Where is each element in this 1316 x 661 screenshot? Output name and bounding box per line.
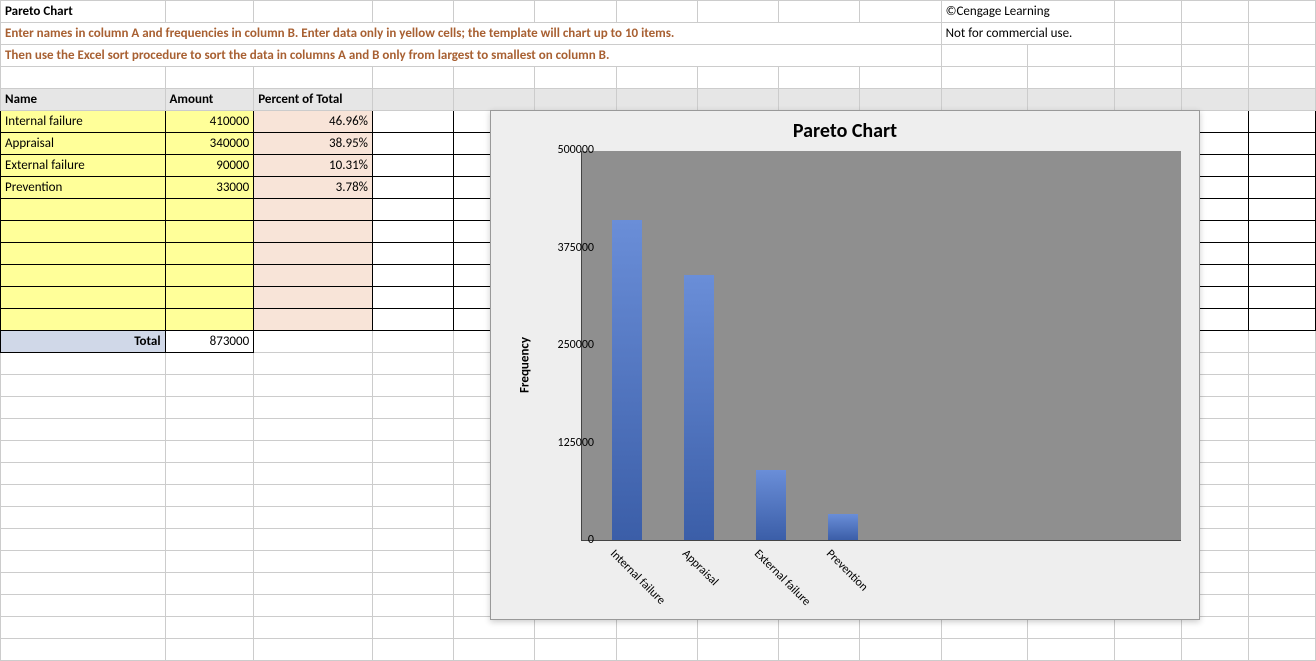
cell-name[interactable] <box>1 309 166 331</box>
cell-name[interactable]: Prevention <box>1 177 166 199</box>
cell-pct: 46.96% <box>254 111 373 133</box>
chart-ytick: 125000 <box>534 436 594 450</box>
cell-amount[interactable]: 33000 <box>165 177 254 199</box>
cell-name[interactable]: External failure <box>1 155 166 177</box>
chart-plot-area <box>581 151 1181 541</box>
chart-xlabel: Prevention <box>823 547 870 594</box>
chart-bar <box>684 275 714 540</box>
chart-ytick: 250000 <box>534 338 594 352</box>
total-label: Total <box>1 331 166 353</box>
instruction-2: Then use the Excel sort procedure to sor… <box>1 45 942 67</box>
cell-amount[interactable] <box>165 309 254 331</box>
chart-ytick: 500000 <box>534 143 594 157</box>
cell-amount[interactable] <box>165 199 254 221</box>
chart-xlabel: External failure <box>751 547 813 609</box>
chart-bar <box>828 514 858 540</box>
cell-amount[interactable] <box>165 221 254 243</box>
cell-pct <box>254 243 373 265</box>
chart-ytick: 375000 <box>534 241 594 255</box>
cell-pct <box>254 221 373 243</box>
cell-pct <box>254 287 373 309</box>
cell-amount[interactable]: 410000 <box>165 111 254 133</box>
chart-bar <box>612 220 642 540</box>
chart-title: Pareto Chart <box>491 119 1199 143</box>
cell-name[interactable] <box>1 265 166 287</box>
col-header-amount: Amount <box>165 89 254 111</box>
total-amount: 873000 <box>165 331 254 353</box>
cell-name[interactable]: Appraisal <box>1 133 166 155</box>
cell-pct <box>254 265 373 287</box>
chart-ylabel: Frequency <box>518 337 533 393</box>
cell-pct <box>254 309 373 331</box>
cell-amount[interactable]: 340000 <box>165 133 254 155</box>
copyright-text: ©Cengage Learning <box>941 1 1114 23</box>
page-title: Pareto Chart <box>1 1 166 23</box>
cell-name[interactable] <box>1 221 166 243</box>
col-header-pct: Percent of Total <box>254 89 373 111</box>
cell-name[interactable] <box>1 243 166 265</box>
chart-xlabel: Internal failure <box>607 547 668 608</box>
cell-name[interactable]: Internal failure <box>1 111 166 133</box>
instruction-1: Enter names in column A and frequencies … <box>1 23 942 45</box>
pareto-chart[interactable]: Pareto Chart Frequency 0 125000 250000 3750… <box>490 110 1200 620</box>
cell-name[interactable] <box>1 199 166 221</box>
cell-pct: 10.31% <box>254 155 373 177</box>
chart-bar <box>756 470 786 540</box>
cell-amount[interactable] <box>165 287 254 309</box>
col-header-name: Name <box>1 89 166 111</box>
cell-amount[interactable] <box>165 265 254 287</box>
cell-amount[interactable]: 90000 <box>165 155 254 177</box>
cell-pct: 3.78% <box>254 177 373 199</box>
chart-ytick: 0 <box>534 533 594 547</box>
cell-pct <box>254 199 373 221</box>
cell-name[interactable] <box>1 287 166 309</box>
cell-amount[interactable] <box>165 243 254 265</box>
chart-xlabel: Appraisal <box>679 547 721 589</box>
commercial-notice: Not for commercial use. <box>941 23 1114 45</box>
cell-pct: 38.95% <box>254 133 373 155</box>
